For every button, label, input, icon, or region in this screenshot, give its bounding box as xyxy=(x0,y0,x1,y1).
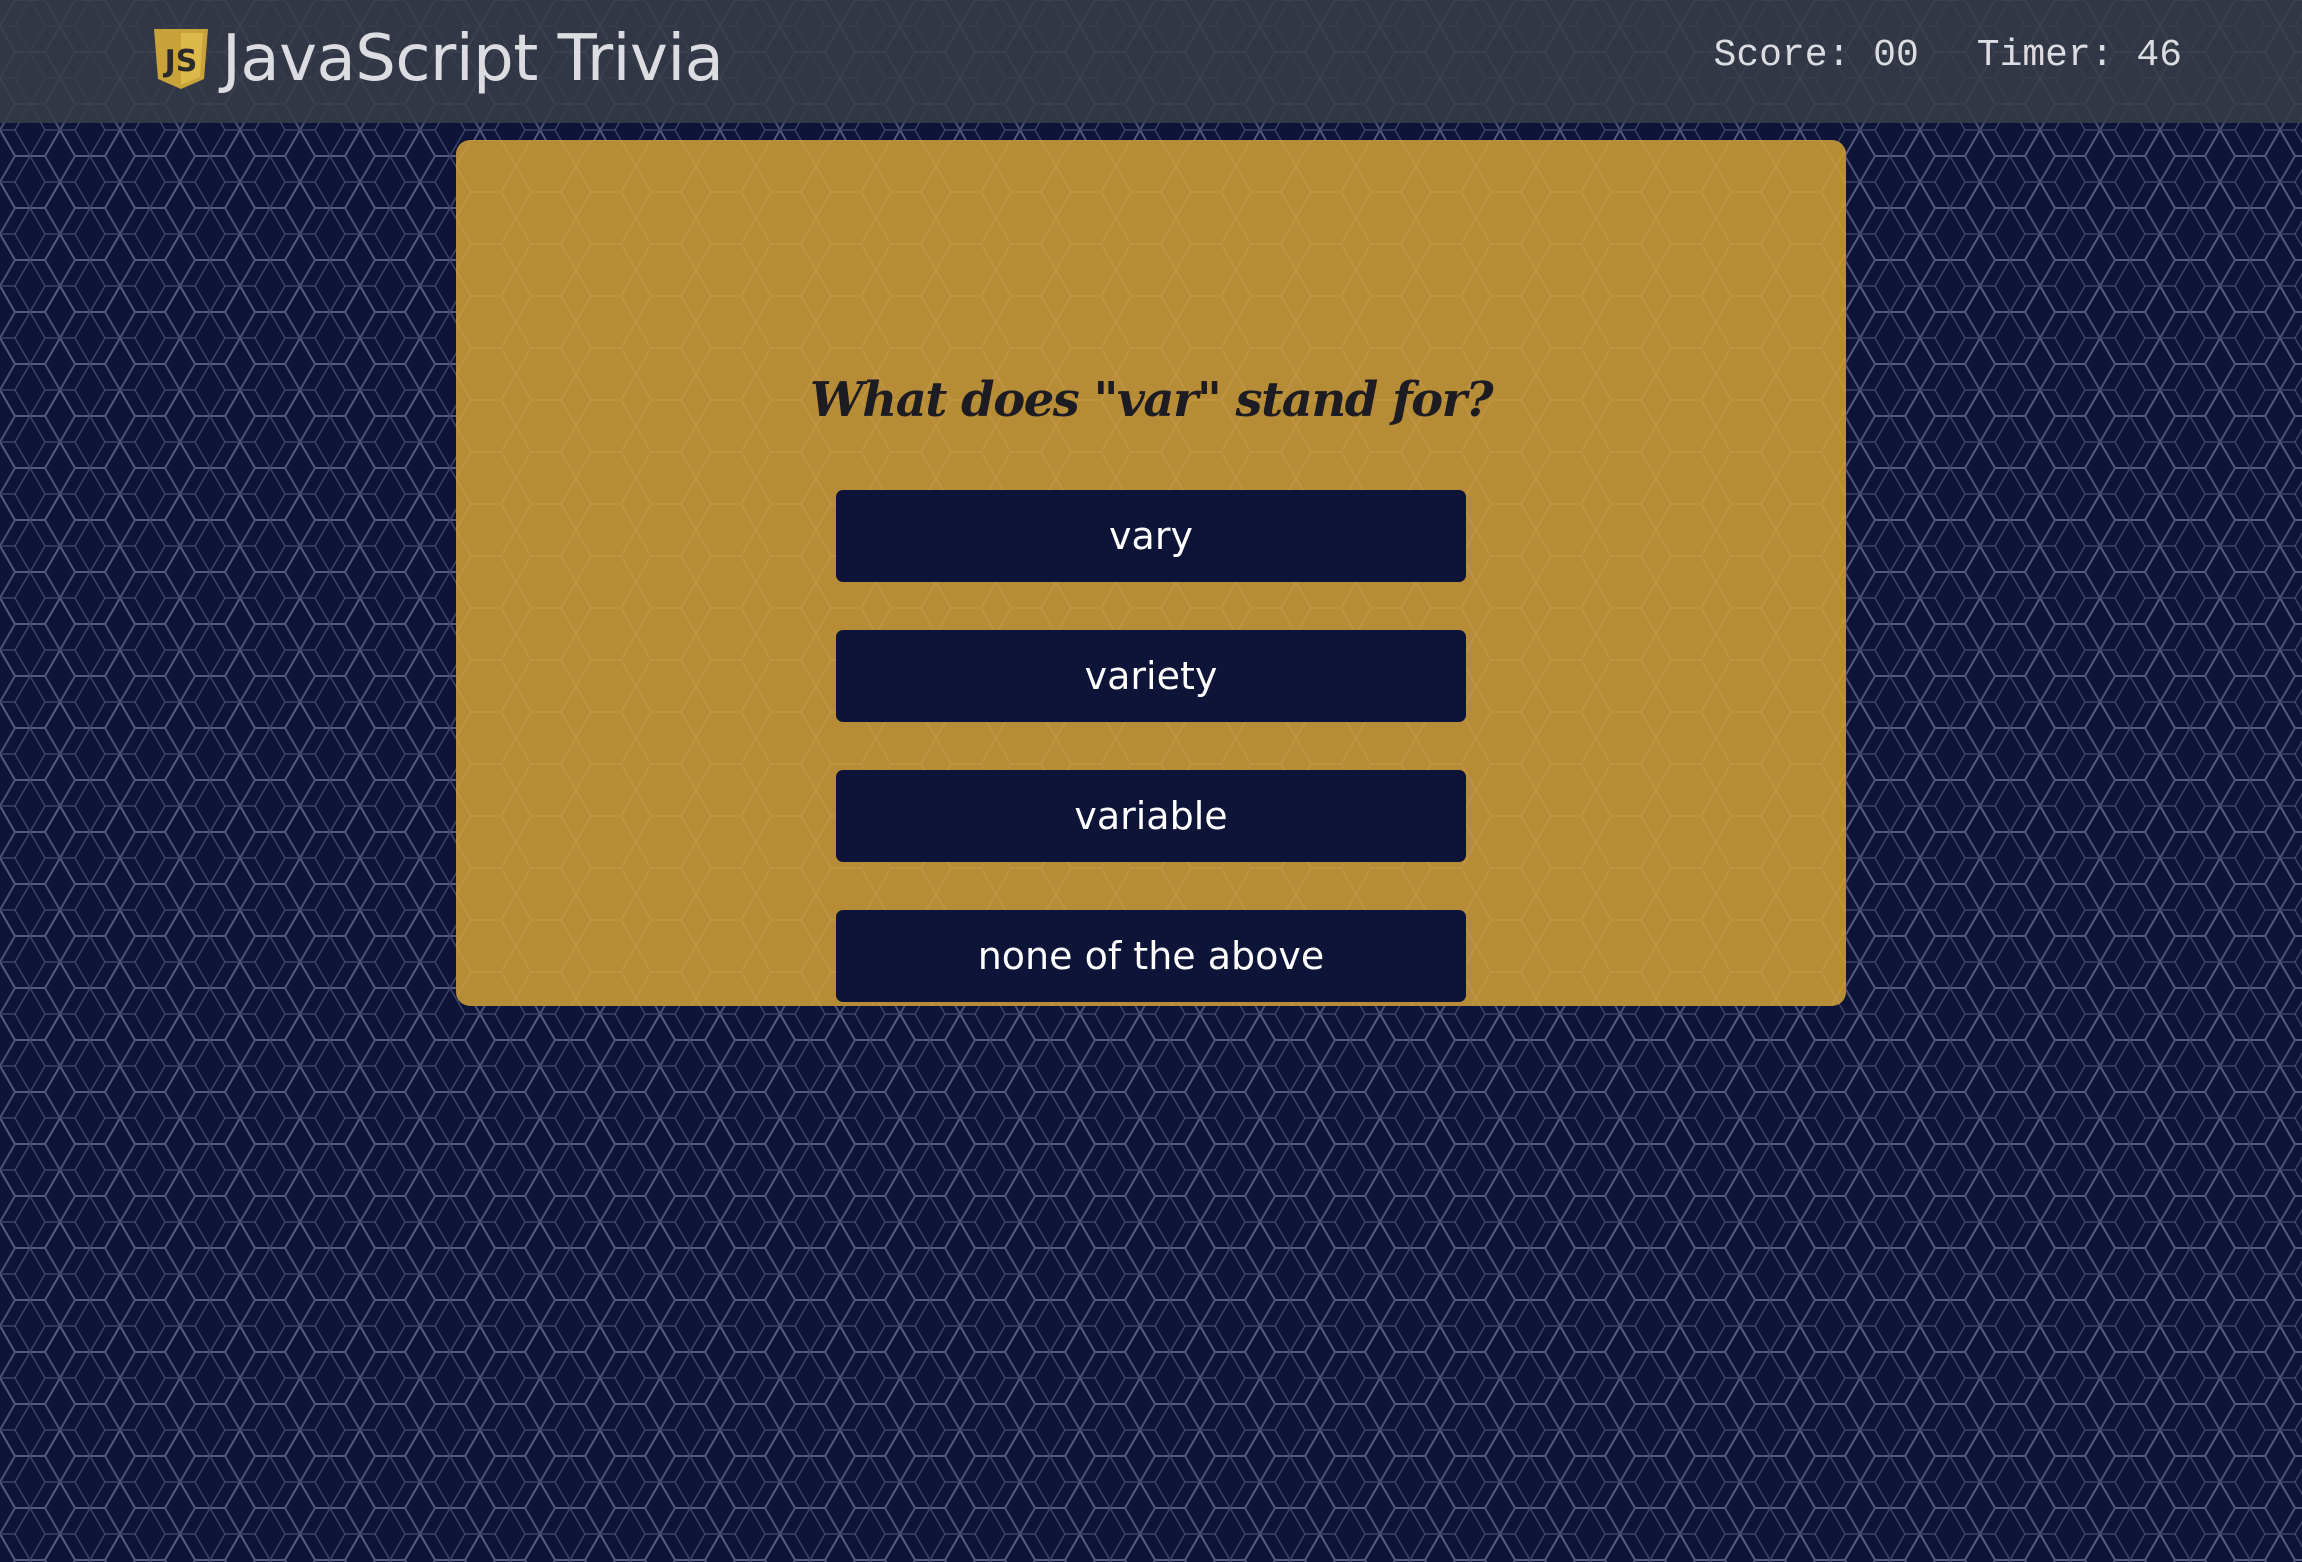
answer-button-2[interactable]: variety xyxy=(836,630,1466,722)
js-shield-icon: JS xyxy=(154,29,208,89)
answer-button-4[interactable]: none of the above xyxy=(836,910,1466,1002)
brand: JS JavaScript Trivia xyxy=(150,22,724,96)
answer-button-3[interactable]: variable xyxy=(836,770,1466,862)
answer-list: vary variety variable none of the above xyxy=(836,490,1466,1002)
stats-bar: Score: 00 Timer: 46 xyxy=(1714,34,2182,77)
svg-text:JS: JS xyxy=(163,44,198,79)
question-text: What does "var" stand for? xyxy=(809,372,1494,428)
score-display: Score: 00 xyxy=(1713,34,1919,77)
timer-display: Timer: 46 xyxy=(1976,34,2182,77)
top-bar: JS JavaScript Trivia Score: 00 Timer: 46 xyxy=(0,0,2302,123)
answer-button-1[interactable]: vary xyxy=(836,490,1466,582)
quiz-card: What does "var" stand for? vary variety … xyxy=(456,140,1846,1006)
app-title: JavaScript Trivia xyxy=(222,22,724,96)
